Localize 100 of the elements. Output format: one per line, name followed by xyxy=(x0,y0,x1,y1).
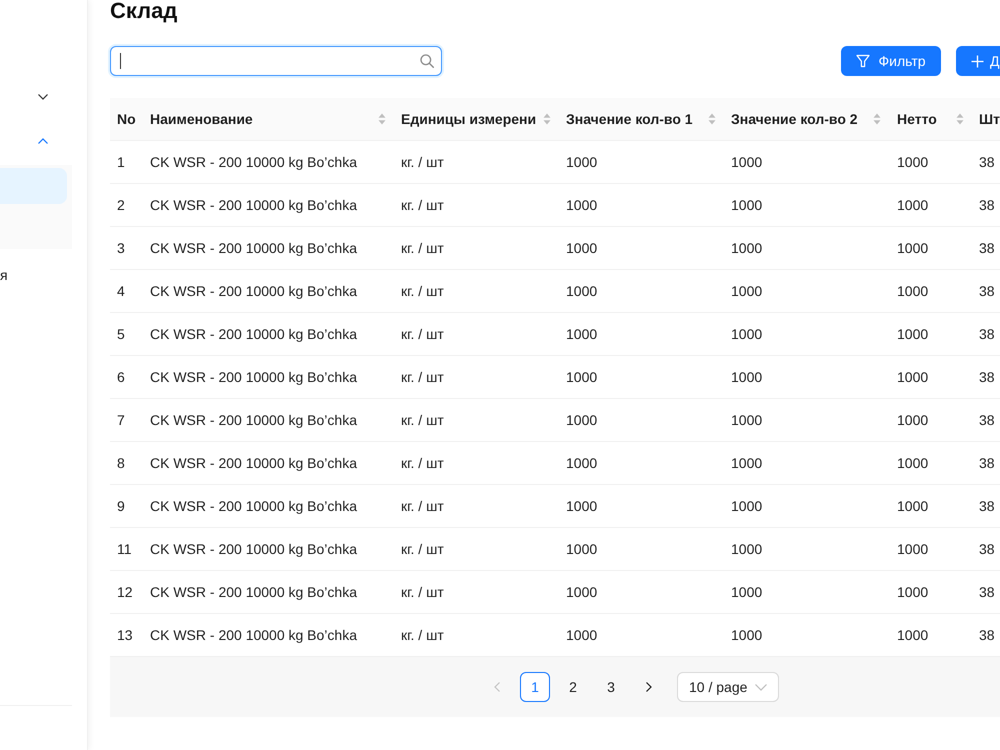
sort-icon[interactable] xyxy=(873,113,881,125)
table-cell: 1000 xyxy=(897,498,928,514)
table-cell: 38 xyxy=(979,154,995,170)
table-cell: CK WSR - 200 10000 kg Bo’chka xyxy=(150,154,357,170)
column-header[interactable]: Значение кол-во 2 xyxy=(722,98,887,140)
table-cell: 1000 xyxy=(566,498,598,514)
chevron-right-icon xyxy=(646,682,652,692)
table-cell: 1000 xyxy=(897,197,928,213)
table-cell: 1000 xyxy=(731,240,762,256)
table-cell: 1000 xyxy=(731,412,762,428)
chevron-up-icon[interactable] xyxy=(38,138,48,144)
table-cell: 1000 xyxy=(731,283,762,299)
table-cell: 9 xyxy=(117,498,125,514)
table-cell: CK WSR - 200 10000 kg Bo’chka xyxy=(150,197,357,213)
table-cell: 4 xyxy=(117,283,125,299)
table-cell: CK WSR - 200 10000 kg Bo’chka xyxy=(150,283,357,299)
table-cell: 1000 xyxy=(566,455,598,471)
table-cell: 38 xyxy=(979,326,995,342)
table-cell: CK WSR - 200 10000 kg Bo’chka xyxy=(150,412,357,428)
table-cell: кг. / шт xyxy=(401,627,444,643)
table-cell: 11 xyxy=(117,541,132,557)
table-cell: 1000 xyxy=(566,197,598,213)
page-button[interactable]: 1 xyxy=(520,672,550,702)
table-cell: CK WSR - 200 10000 kg Bo’chka xyxy=(150,627,357,643)
table-cell: 38 xyxy=(979,412,995,428)
table-cell: 1000 xyxy=(897,627,928,643)
sort-icon[interactable] xyxy=(543,113,551,125)
table-cell: кг. / шт xyxy=(401,369,444,385)
table-cell: 1000 xyxy=(731,455,762,471)
table-cell: 1000 xyxy=(731,369,762,385)
table-cell: CK WSR - 200 10000 kg Bo’chka xyxy=(150,541,357,557)
table-cell: CK WSR - 200 10000 kg Bo’chka xyxy=(150,498,357,514)
menu-item[interactable]: я xyxy=(0,267,8,283)
page-size-select[interactable]: 10 / page xyxy=(677,672,779,702)
table-cell: 1000 xyxy=(897,369,928,385)
column-header: No xyxy=(110,98,140,140)
table-cell: 1000 xyxy=(566,627,598,643)
table-cell: CK WSR - 200 10000 kg Bo’chka xyxy=(150,240,357,256)
table-cell: 1000 xyxy=(731,154,762,170)
table-cell: 1000 xyxy=(731,584,762,600)
page-button[interactable]: 3 xyxy=(596,672,626,702)
table-cell: 38 xyxy=(979,627,995,643)
add-button[interactable]: Д xyxy=(956,46,1000,76)
table-cell: 1000 xyxy=(731,498,762,514)
table-cell: 38 xyxy=(979,498,995,514)
page-title: Склад xyxy=(110,0,178,22)
table-cell: 1000 xyxy=(731,627,762,643)
table-cell: 1000 xyxy=(566,326,598,342)
column-header[interactable]: Единицы измерени xyxy=(392,98,557,140)
table-cell: 1000 xyxy=(897,584,928,600)
sort-icon[interactable] xyxy=(956,113,964,125)
chevron-down-icon[interactable] xyxy=(38,94,48,100)
table-cell: 38 xyxy=(979,541,995,557)
text-cursor-icon xyxy=(120,53,121,69)
table-cell: кг. / шт xyxy=(401,498,444,514)
table-cell: 38 xyxy=(979,283,995,299)
table-cell: кг. / шт xyxy=(401,584,444,600)
sort-icon[interactable] xyxy=(378,113,386,125)
table-cell: 1000 xyxy=(731,197,762,213)
table-cell: 1000 xyxy=(566,369,598,385)
table-cell: кг. / шт xyxy=(401,283,444,299)
page-button[interactable]: 2 xyxy=(558,672,588,702)
table-cell: 13 xyxy=(117,627,133,643)
table-cell: 1000 xyxy=(566,154,598,170)
chevron-left-icon xyxy=(494,682,500,692)
table-cell: 1000 xyxy=(566,283,598,299)
chevron-down-icon xyxy=(755,684,767,690)
table-cell: 5 xyxy=(117,326,125,342)
table-cell: кг. / шт xyxy=(401,154,444,170)
search-icon[interactable] xyxy=(420,54,434,68)
column-header: Шт xyxy=(970,98,1000,140)
table-cell: 1000 xyxy=(897,154,928,170)
table-cell: CK WSR - 200 10000 kg Bo’chka xyxy=(150,584,357,600)
table-cell: 1000 xyxy=(566,541,598,557)
table-cell: кг. / шт xyxy=(401,455,444,471)
table-cell: CK WSR - 200 10000 kg Bo’chka xyxy=(150,369,357,385)
column-header[interactable]: Значение кол-во 1 xyxy=(557,98,722,140)
table-cell: 1000 xyxy=(897,283,928,299)
table-cell: 6 xyxy=(117,369,125,385)
filter-button[interactable]: Фильтр xyxy=(841,46,941,76)
table-cell: 1000 xyxy=(897,412,928,428)
table-cell: 7 xyxy=(117,412,125,428)
table-cell: 12 xyxy=(117,584,133,600)
table-cell: 1000 xyxy=(566,412,598,428)
column-header[interactable]: Наименование xyxy=(140,98,392,140)
plus-icon xyxy=(971,54,984,68)
table-cell: CK WSR - 200 10000 kg Bo’chka xyxy=(150,326,357,342)
table-cell: 38 xyxy=(979,197,995,213)
table-cell: 8 xyxy=(117,455,125,471)
funnel-icon xyxy=(856,54,870,68)
table-cell: 1000 xyxy=(897,455,928,471)
table-cell: кг. / шт xyxy=(401,240,444,256)
table-cell: 38 xyxy=(979,369,995,385)
column-header[interactable]: Нетто xyxy=(887,98,970,140)
table-cell: 3 xyxy=(117,240,125,256)
table-cell: 1000 xyxy=(897,240,928,256)
table-cell: кг. / шт xyxy=(401,197,444,213)
search-field[interactable] xyxy=(110,46,442,76)
sort-icon[interactable] xyxy=(708,113,716,125)
table-cell: кг. / шт xyxy=(401,541,444,557)
